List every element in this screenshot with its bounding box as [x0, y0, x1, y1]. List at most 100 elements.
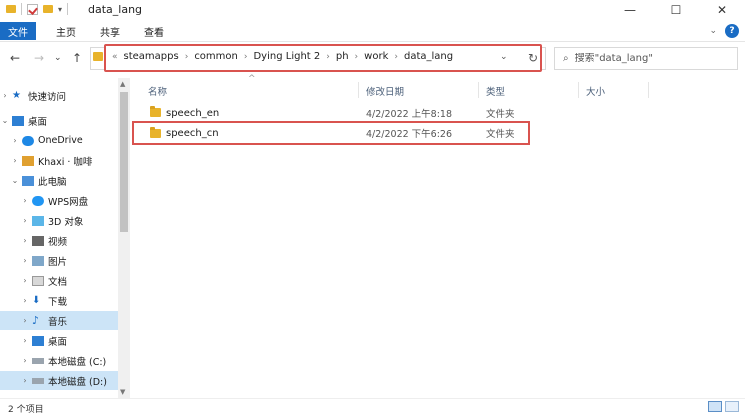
collapse-icon[interactable]: ⌄ [0, 116, 10, 125]
sidebar-item-quick-access[interactable]: › ★ 快速访问 [0, 86, 118, 105]
breadcrumb-separator[interactable]: › [185, 52, 189, 62]
sidebar-item-label: 桌面 [48, 336, 68, 348]
sidebar-item-label: 视频 [48, 236, 68, 248]
expand-icon[interactable]: › [20, 376, 30, 385]
sidebar-item-label: 本地磁盘 (C:) [48, 356, 107, 368]
column-divider[interactable] [358, 82, 359, 98]
address-dropdown-icon[interactable]: ⌄ [500, 52, 508, 62]
breadcrumb-item[interactable]: steamapps [124, 51, 179, 62]
breadcrumb-item[interactable]: common [194, 51, 238, 62]
sidebar-scrollbar[interactable]: ▲ ▼ [118, 78, 130, 398]
breadcrumb-item[interactable]: work [364, 51, 388, 62]
scrollbar-thumb[interactable] [120, 92, 128, 232]
breadcrumb-separator[interactable]: › [244, 52, 248, 62]
back-button[interactable]: ← [10, 51, 20, 65]
expand-icon[interactable]: › [0, 91, 10, 100]
expand-icon[interactable]: › [20, 336, 30, 345]
sidebar-item-wps[interactable]: › WPS网盘 [0, 191, 118, 210]
tab-share[interactable]: 共享 [92, 22, 128, 40]
search-input[interactable] [574, 53, 725, 64]
column-size[interactable]: 大小 [586, 84, 605, 98]
item-count: 2 个项目 [8, 405, 44, 414]
sidebar-item-this-pc[interactable]: ⌄ 此电脑 [0, 171, 118, 190]
sidebar-item-desktop[interactable]: ⌄ 桌面 [0, 111, 118, 130]
expand-ribbon-icon[interactable]: ⌄ [709, 26, 717, 36]
sidebar-item-pictures[interactable]: › 图片 [0, 251, 118, 270]
forward-button[interactable]: → [34, 51, 44, 65]
column-divider[interactable] [578, 82, 579, 98]
scroll-down-icon[interactable]: ▼ [120, 388, 125, 396]
sidebar-item-desktop-pc[interactable]: › 桌面 [0, 331, 118, 350]
expand-icon[interactable]: › [20, 236, 30, 245]
drive-icon [32, 377, 44, 384]
sidebar-item-label: OneDrive [38, 135, 83, 146]
title-bar: ▾ data_lang — ☐ ✕ [0, 0, 745, 20]
scroll-up-icon[interactable]: ▲ [120, 80, 125, 88]
sidebar-item-downloads[interactable]: › ⬇ 下载 [0, 291, 118, 310]
breadcrumb-item[interactable]: ph [336, 51, 349, 62]
expand-icon[interactable]: › [20, 256, 30, 265]
sidebar-item-label: 3D 对象 [48, 216, 84, 228]
breadcrumb-separator[interactable]: › [326, 52, 330, 62]
details-view-icon[interactable] [708, 401, 722, 412]
up-button[interactable]: ↑ [72, 51, 82, 65]
sidebar-item-onedrive[interactable]: › OneDrive [0, 131, 118, 150]
minimize-button[interactable]: — [607, 0, 653, 20]
folder-icon [150, 106, 161, 117]
expand-icon[interactable]: › [10, 136, 20, 145]
breadcrumb-item[interactable]: data_lang [404, 51, 453, 62]
expand-icon[interactable]: › [20, 276, 30, 285]
customize-toolbar-icon[interactable]: ▾ [58, 5, 62, 14]
sidebar-item-music[interactable]: › ♪ 音乐 [0, 311, 118, 330]
file-date: 4/2/2022 下午6:26 [366, 129, 453, 140]
column-headers: 名称 修改日期 类型 大小 [140, 80, 660, 100]
window-controls: — ☐ ✕ [607, 0, 745, 20]
expand-icon[interactable]: › [20, 216, 30, 225]
file-name: speech_cn [166, 127, 219, 139]
large-icons-view-icon[interactable] [725, 401, 739, 412]
sidebar-item-drive-d[interactable]: › 本地磁盘 (D:) [0, 371, 118, 390]
maximize-button[interactable]: ☐ [653, 0, 699, 20]
expand-icon[interactable]: › [20, 316, 30, 325]
ribbon: 文件 主页 共享 查看 ⌄ ? [0, 20, 745, 42]
breadcrumb-separator[interactable]: › [355, 52, 359, 62]
breadcrumb-separator[interactable]: › [394, 52, 398, 62]
column-divider[interactable] [478, 82, 479, 98]
refresh-icon[interactable]: ↻ [524, 49, 542, 67]
sidebar-item-user[interactable]: › Khaxi · 咖啡 [0, 151, 118, 170]
file-row-highlighted[interactable]: speech_cn 4/2/2022 下午6:26 文件夹 [132, 121, 530, 145]
search-box[interactable]: ⌕ [554, 47, 738, 70]
column-date[interactable]: 修改日期 [366, 84, 404, 98]
desktop-icon [32, 335, 44, 346]
sidebar-item-videos[interactable]: › 视频 [0, 231, 118, 250]
tab-home[interactable]: 主页 [48, 22, 84, 40]
breadcrumb-item[interactable]: Dying Light 2 [253, 51, 320, 62]
sidebar-item-documents[interactable]: › 文档 [0, 271, 118, 290]
quick-access-toolbar: ▾ [6, 3, 69, 15]
properties-icon[interactable] [27, 3, 38, 15]
expand-icon[interactable]: › [10, 156, 20, 165]
sidebar-item-3d-objects[interactable]: › 3D 对象 [0, 211, 118, 230]
divider [67, 3, 69, 15]
recent-locations-button[interactable]: ⌄ [54, 53, 62, 63]
expand-icon[interactable]: › [20, 296, 30, 305]
new-folder-icon[interactable] [43, 5, 53, 13]
breadcrumb-overflow[interactable]: « [112, 52, 118, 62]
close-button[interactable]: ✕ [699, 0, 745, 20]
ribbon-right: ⌄ ? [709, 24, 739, 38]
video-icon [32, 235, 44, 246]
expand-icon[interactable]: › [20, 356, 30, 365]
column-divider[interactable] [648, 82, 649, 98]
help-icon[interactable]: ? [725, 24, 739, 38]
file-row[interactable]: speech_en 4/2/2022 上午8:18 文件夹 [140, 103, 530, 123]
expand-icon[interactable]: › [20, 196, 30, 205]
star-icon: ★ [12, 90, 21, 101]
tab-file[interactable]: 文件 [0, 22, 36, 40]
folder-icon [150, 127, 161, 138]
sidebar-item-label: 快速访问 [28, 91, 67, 103]
column-type[interactable]: 类型 [486, 84, 505, 98]
column-name[interactable]: 名称 [148, 84, 167, 98]
collapse-icon[interactable]: ⌄ [10, 176, 20, 185]
sidebar-item-drive-c[interactable]: › 本地磁盘 (C:) [0, 351, 118, 370]
tab-view[interactable]: 查看 [136, 22, 172, 40]
